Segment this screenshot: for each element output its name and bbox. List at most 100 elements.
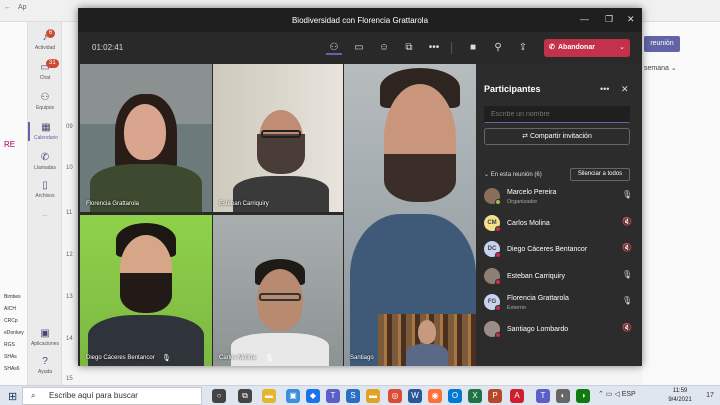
participant-row[interactable]: DC Diego Cáceres Bentancor 🔇 [484,239,636,263]
hour-label: 10 [66,165,73,171]
tab-icon[interactable]: ← [4,4,11,20]
hour-label: 13 [66,294,73,300]
store-icon[interactable]: ▣ [286,389,300,403]
self-view-preview[interactable] [378,314,476,366]
microphone-icon[interactable]: 🎙 [622,296,632,305]
share-invite-label: Compartir invitación [529,133,592,140]
reactions-icon[interactable]: ☺ [376,41,392,55]
rail-label-activity: Actividad [34,45,56,51]
app-icon[interactable]: ◑ [576,389,590,403]
participant-row[interactable]: FG Florencia Grattarola Externo 🎙 [484,292,636,316]
in-meeting-header[interactable]: ⌄ En esta reunión (6) [484,171,542,178]
camera-icon[interactable]: ■ [465,41,481,55]
more-actions-icon[interactable]: ••• [426,41,442,55]
skype-icon[interactable]: S [346,389,360,403]
share-tray-icon[interactable]: ⧉ [401,41,417,55]
left-text-7: SHAs6 [4,366,20,372]
leave-button[interactable]: ✆ Abandonar ⌄ [544,39,630,57]
close-icon[interactable]: ✕ [627,14,635,25]
powerpoint-icon[interactable]: P [488,389,502,403]
participant-name: Marcelo Pereira [507,189,557,196]
microphone-icon[interactable]: ⚲ [490,41,506,55]
participant-search-input[interactable] [484,106,630,123]
meeting-window: Biodiversidad con Florencia Grattarola —… [78,8,642,366]
calendar-right-area [642,22,720,385]
presence-status-icon [495,331,501,338]
excel-icon[interactable]: X [468,389,482,403]
teams-icon[interactable]: T [326,389,340,403]
chat-badge: 31 [46,59,59,68]
muted-mic-icon[interactable]: 🔇 [622,217,632,226]
firefox-icon[interactable]: ◉ [428,389,442,403]
taskbar-clock[interactable]: 11:59 9/4/2021 [660,387,700,405]
participant-row[interactable]: CM Carlos Molina 🔇 [484,213,636,237]
taskbar-search-input[interactable]: ⌕ Escribe aquí para buscar [22,387,202,405]
task-view-icon[interactable]: ⧉ [238,389,252,403]
torso-shape [406,344,448,366]
video-tile-esteban[interactable]: Esteban Carriquiry [213,64,343,212]
rail-item-calendar[interactable]: ▦ Calendario [28,122,62,141]
video-tile-florencia[interactable]: Florencia Grattarola [80,64,212,212]
participant-row[interactable]: Santiago Lombardo 🔇 [484,319,636,343]
participant-row[interactable]: Esteban Carriquiry 🎙 [484,266,636,290]
rail-item-more[interactable]: ... [28,212,62,218]
rail-label-help: Ayuda [37,369,53,375]
share-screen-icon[interactable]: ⇪ [515,41,531,55]
minimize-icon[interactable]: — [580,14,589,24]
new-meeting-button[interactable]: reunión [644,36,680,52]
week-selector[interactable]: semana ⌄ [644,64,677,72]
chevron-down-icon: ⌄ [484,172,490,178]
muted-mic-icon[interactable]: 🔇 [622,323,632,332]
outlook-icon[interactable]: O [448,389,462,403]
maximize-icon[interactable]: ❐ [605,14,613,25]
participants-panel: Participantes ••• ✕ ⇄ Compartir invitaci… [476,64,642,366]
rail-item-files[interactable]: ▯ Archivos [28,180,62,199]
face-shape [418,320,436,344]
microphone-icon[interactable]: 🎙 [622,190,632,199]
chrome-icon[interactable]: ◎ [388,389,402,403]
rail-item-activity[interactable]: ♪ 6 Actividad [28,29,62,51]
participant-name: Diego Cáceres Bentancor [507,246,588,253]
dropbox-icon[interactable]: ◆ [306,389,320,403]
participant-name: Esteban Carriquiry [507,272,565,280]
participant-row[interactable]: Marcelo Pereira Organizador 🎙 [484,186,636,210]
word-icon[interactable]: W [408,389,422,403]
rail-item-apps[interactable]: ▣ Aplicaciones [28,328,62,347]
close-panel-icon[interactable]: ✕ [621,84,629,95]
microphone-icon[interactable]: 🎙 [622,270,632,279]
rail-item-teams[interactable]: ⚇ Equipos [28,92,62,111]
notification-icon[interactable]: 17 [704,389,716,402]
file-explorer-icon[interactable]: ▬ [262,389,276,403]
left-strip: RE Bimbes AICH CRCp eDonkey RGS SHAs SHA… [0,22,28,385]
rail-item-chat[interactable]: ▭ 31 Chat [28,59,62,81]
tab-label[interactable]: Ap [18,4,27,20]
rail-item-help[interactable]: ? Ayuda [28,356,62,375]
more-icon: ... [42,212,48,218]
language-indicator[interactable]: ESP [622,391,636,398]
rail-item-calls[interactable]: ✆ Llamadas [28,152,62,171]
teams-active-icon[interactable]: T [536,389,550,403]
video-tile-diego[interactable]: Diego Cáceres Bentancor 🎙 [80,215,212,366]
share-invite-button[interactable]: ⇄ Compartir invitación [484,128,630,145]
muted-mic-icon[interactable]: 🔇 [622,243,632,252]
video-tile-carlos[interactable]: Carlos Molina 🎙 [213,215,343,366]
muted-mic-icon: 🎙 [265,355,274,362]
task-view-icon[interactable]: ○ [212,389,226,403]
mute-all-button[interactable]: Silenciar a todos [570,168,630,181]
hour-label: 14 [66,336,73,342]
teams-icon: ⚇ [40,92,50,103]
participants-icon[interactable]: ⚇ [326,41,342,55]
folder-icon[interactable]: ▬ [366,389,380,403]
app-icon[interactable]: ◐ [556,389,570,403]
chat-icon[interactable]: ▭ [351,41,367,55]
file-icon: ▯ [42,180,48,191]
panel-title: Participantes [484,84,541,94]
chevron-down-icon[interactable]: ⌄ [619,39,625,57]
tile-name: Carlos Molina [219,355,256,361]
windows-start-icon[interactable]: ⊞ [8,390,17,403]
system-tray[interactable]: ⌃ ▭ ◁ ESP [598,390,636,398]
pdf-icon[interactable]: A [510,389,524,403]
beard-shape [120,273,172,313]
video-tile-santiago[interactable]: Santiago [344,64,476,366]
more-options-icon[interactable]: ••• [600,84,609,94]
